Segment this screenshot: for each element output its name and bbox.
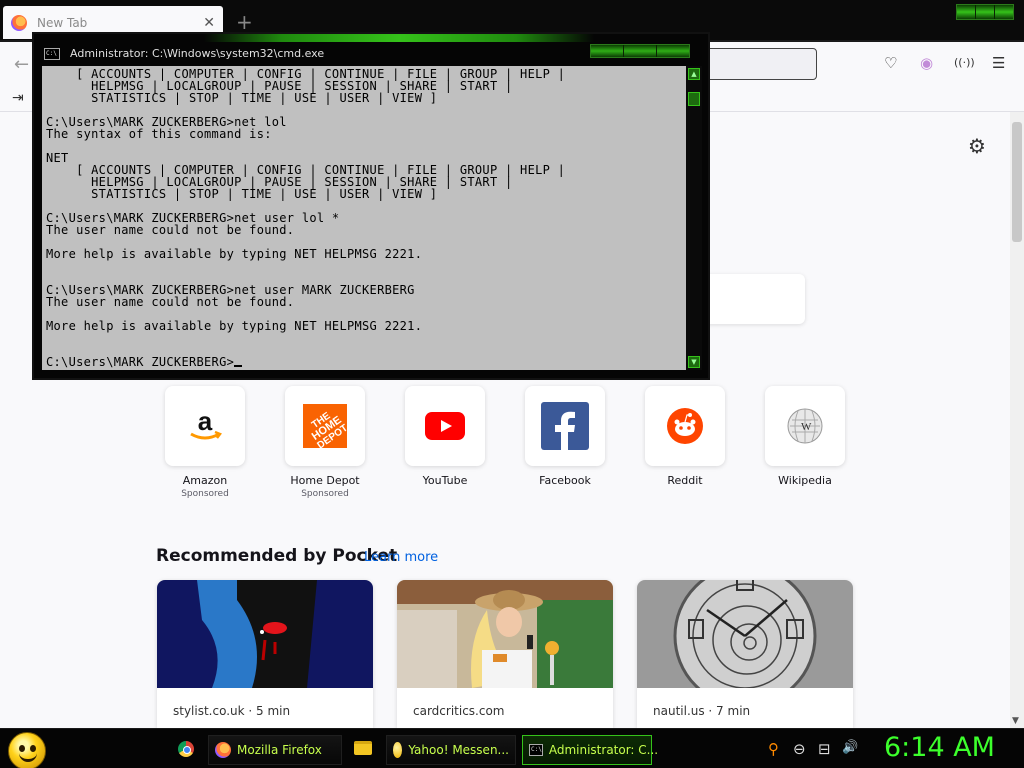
- pocket-icon[interactable]: ♡: [884, 54, 897, 72]
- window-controls: [956, 4, 1014, 20]
- maximize-button[interactable]: [976, 5, 995, 19]
- close-tab-icon[interactable]: ✕: [203, 15, 215, 31]
- clock[interactable]: 6:14 AM: [884, 732, 995, 763]
- console-output[interactable]: [ ACCOUNTS | COMPUTER | CONFIG | CONTINU…: [42, 66, 686, 370]
- taskbar-label: Mozilla Firefox: [237, 743, 322, 757]
- taskbar-cmd[interactable]: C:\ Administrator: C...: [522, 735, 658, 765]
- amazon-icon: a: [190, 406, 222, 440]
- tile-label: YouTube: [422, 474, 468, 487]
- cmd-window-title: Administrator: C:\Windows\system32\cmd.e…: [70, 47, 325, 60]
- article-source: cardcritics.com: [413, 704, 505, 718]
- learn-more-link[interactable]: Learn more: [364, 550, 438, 565]
- home-depot-icon: THE HOME DEPOT: [303, 404, 349, 450]
- reddit-icon: [667, 408, 703, 444]
- scroll-down-icon[interactable]: ▼: [688, 356, 700, 368]
- smiley-eye: [30, 745, 36, 752]
- tile-label: Reddit: [667, 474, 703, 487]
- back-button[interactable]: ←: [14, 54, 29, 75]
- close-window-button[interactable]: [995, 5, 1013, 19]
- article-image: [397, 580, 613, 688]
- wikipedia-icon: W: [787, 408, 823, 444]
- youtube-icon: [425, 412, 465, 440]
- cmd-minimize-button[interactable]: [591, 45, 624, 57]
- import-bookmarks-icon[interactable]: ⇥: [12, 90, 24, 106]
- folder-icon[interactable]: [354, 741, 372, 755]
- url-bar[interactable]: [700, 48, 817, 80]
- top-site-youtube[interactable]: YouTube: [405, 386, 485, 487]
- facebook-icon: [541, 402, 589, 450]
- search-box[interactable]: [700, 274, 805, 324]
- account-icon[interactable]: ◉: [920, 54, 933, 72]
- smiley-mouth: [19, 753, 37, 762]
- top-site-facebook[interactable]: Facebook: [525, 386, 605, 487]
- tab-title: New Tab: [37, 15, 88, 30]
- article-source: nautil.us · 7 min: [653, 704, 751, 718]
- cmd-window[interactable]: C:\ Administrator: C:\Windows\system32\c…: [32, 32, 710, 380]
- extension-icon[interactable]: ((·)): [954, 56, 975, 69]
- pocket-card[interactable]: nautil.us · 7 min: [637, 580, 853, 728]
- command-prompt: C:\Users\MARK ZUCKERBERG>: [46, 355, 235, 369]
- scroll-down-icon[interactable]: ▼: [1012, 716, 1019, 726]
- top-site-wikipedia[interactable]: W Wikipedia: [765, 386, 845, 487]
- top-site-amazon[interactable]: a Amazon Sponsored: [165, 386, 245, 499]
- tile-label: Amazon: [182, 474, 228, 487]
- start-button[interactable]: [8, 732, 46, 768]
- page-scrollbar[interactable]: ▼: [1010, 112, 1024, 728]
- new-tab-button[interactable]: +: [236, 10, 253, 34]
- cmd-maximize-button[interactable]: [624, 45, 657, 57]
- tile-sponsored: Sponsored: [181, 489, 229, 499]
- taskbar-yahoo-messenger[interactable]: Yahoo! Messen...: [386, 735, 516, 765]
- tile-label: Facebook: [539, 474, 591, 487]
- top-site-reddit[interactable]: Reddit: [645, 386, 725, 487]
- taskbar-label: Yahoo! Messen...: [408, 743, 509, 757]
- cmd-icon: C:\: [44, 48, 60, 60]
- smiley-eye: [19, 745, 25, 752]
- scrollbar-thumb[interactable]: [688, 92, 700, 106]
- text-cursor: [234, 365, 243, 367]
- network-icon[interactable]: ⊟: [818, 740, 831, 758]
- gear-icon[interactable]: ⚙: [968, 134, 986, 158]
- article-image: [157, 580, 373, 688]
- cmd-scrollbar[interactable]: ▲ ▼: [686, 66, 702, 370]
- pocket-heading: Recommended by Pocket: [156, 546, 398, 566]
- minimize-button[interactable]: [957, 5, 976, 19]
- volume-icon[interactable]: 🔊: [842, 740, 858, 755]
- svg-text:W: W: [801, 421, 812, 433]
- tile-label: Wikipedia: [778, 474, 832, 487]
- ime-icon[interactable]: ⊖: [793, 740, 806, 758]
- tile-sponsored: Sponsored: [301, 489, 349, 499]
- cmd-icon: C:\: [529, 744, 543, 756]
- desktop-screen: New Tab ✕ + ← ♡ ◉ ((·)) ☰ ⇥ ⚙ a Amazon S…: [0, 0, 1024, 768]
- firefox-icon: [215, 742, 231, 758]
- tile-label: Home Depot: [290, 474, 360, 487]
- taskbar-label: Administrator: C...: [548, 743, 659, 757]
- title-bar-glow: [204, 34, 594, 42]
- scrollbar-thumb[interactable]: [1012, 122, 1022, 242]
- cmd-window-controls: [590, 44, 690, 58]
- svg-text:a: a: [198, 406, 213, 436]
- taskbar-firefox[interactable]: Mozilla Firefox: [208, 735, 342, 765]
- firefox-icon: [11, 14, 27, 31]
- console-text: [ ACCOUNTS | COMPUTER | CONFIG | CONTINU…: [46, 67, 566, 333]
- chrome-icon[interactable]: [178, 741, 194, 757]
- pocket-card[interactable]: cardcritics.com: [397, 580, 613, 728]
- taskbar: Mozilla Firefox Yahoo! Messen... C:\ Adm…: [0, 728, 1024, 768]
- top-site-home-depot[interactable]: THE HOME DEPOT Home Depot Sponsored: [285, 386, 365, 499]
- scroll-up-icon[interactable]: ▲: [688, 68, 700, 80]
- cmd-close-button[interactable]: [657, 45, 689, 57]
- yahoo-messenger-icon: [393, 742, 403, 758]
- article-image: [637, 580, 853, 688]
- article-source: stylist.co.uk · 5 min: [173, 704, 291, 718]
- search-icon[interactable]: ⚲: [768, 740, 779, 758]
- pocket-card[interactable]: stylist.co.uk · 5 min: [157, 580, 373, 728]
- menu-icon[interactable]: ☰: [992, 54, 1005, 72]
